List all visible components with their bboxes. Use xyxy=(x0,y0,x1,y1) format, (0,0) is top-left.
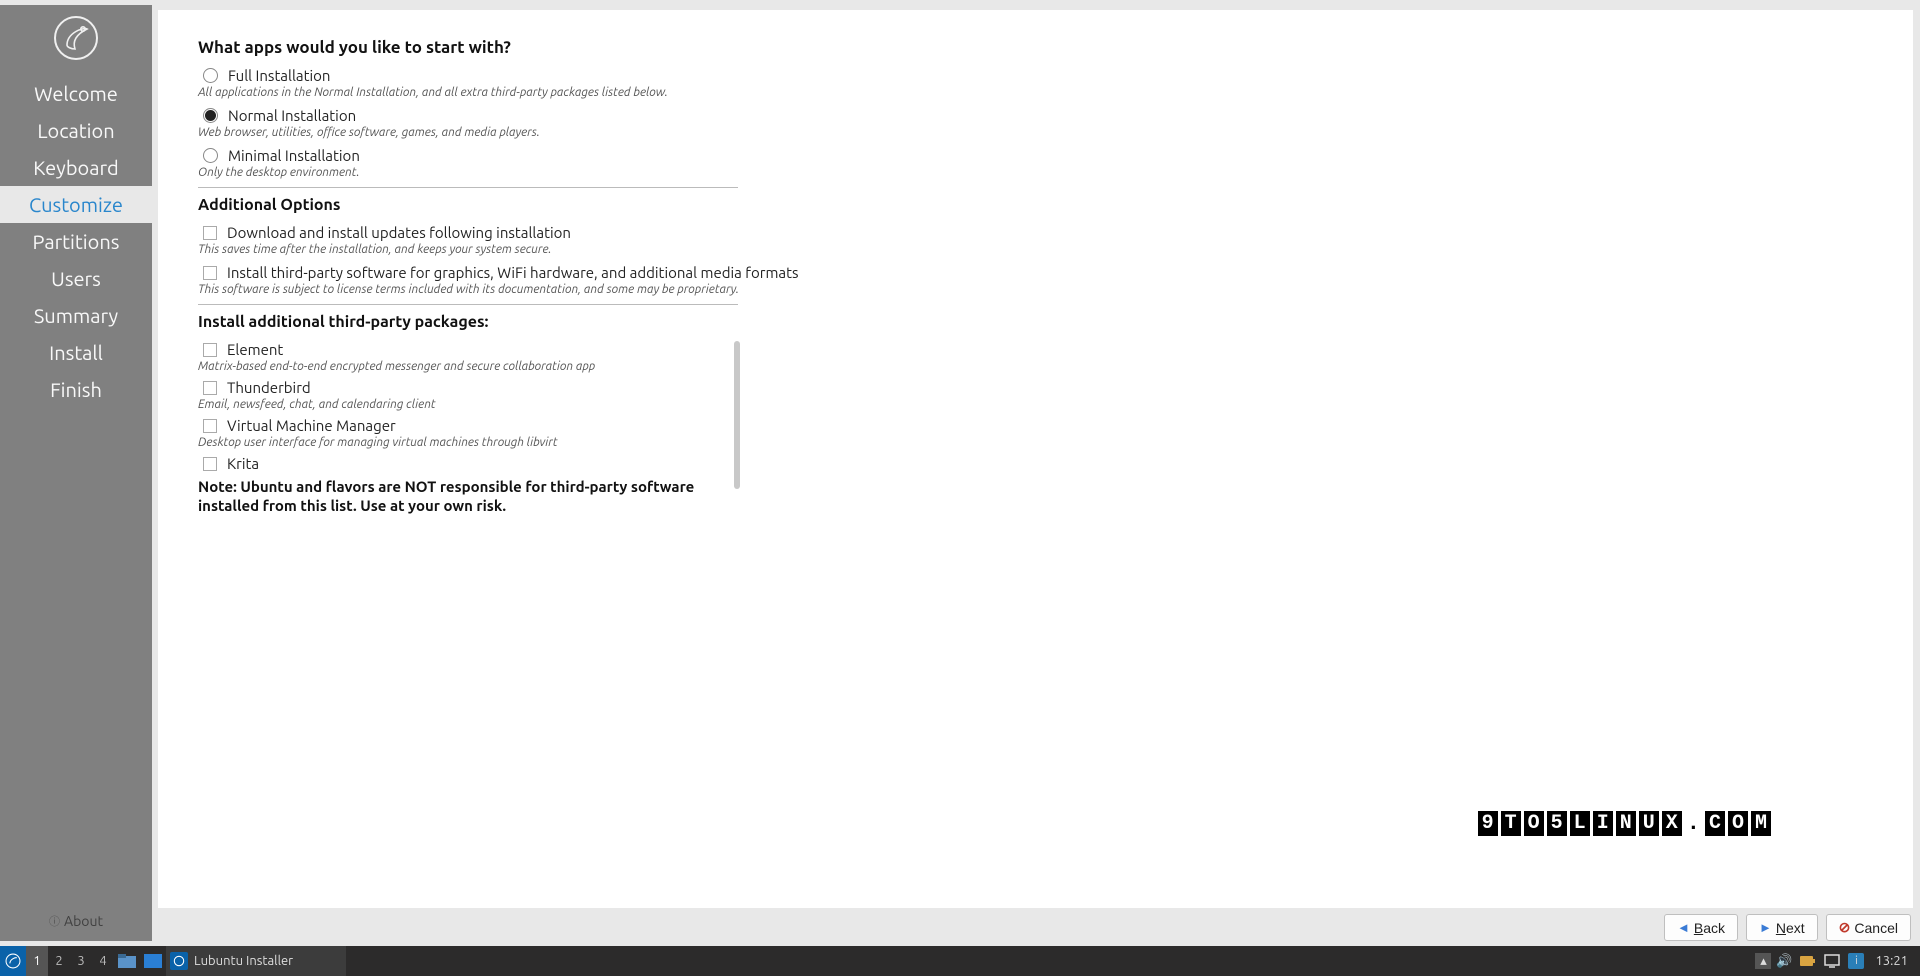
checkbox-icon xyxy=(203,457,217,471)
taskbar: 1 2 3 4 Lubuntu Installer ▴ 🔊 i 13:21 xyxy=(0,946,1920,976)
desc-updates: This saves time after the installation, … xyxy=(198,243,1873,256)
workspace-4[interactable]: 4 xyxy=(92,946,114,976)
button-row: ◄ Back ► Next ⊘ Cancel xyxy=(158,908,1915,941)
sidebar-step-partitions[interactable]: Partitions xyxy=(0,223,152,260)
checkbox-thunderbird[interactable]: Thunderbird xyxy=(203,379,738,396)
info-icon: ⓘ xyxy=(49,913,60,929)
app-icon xyxy=(170,952,188,970)
checkbox-third-party-drivers[interactable]: Install third-party software for graphic… xyxy=(203,264,1873,281)
sidebar-step-customize[interactable]: Customize xyxy=(0,186,152,223)
content-panel: What apps would you like to start with? … xyxy=(158,10,1913,908)
desc-normal: Web browser, utilities, office software,… xyxy=(198,126,1873,139)
clock[interactable]: 13:21 xyxy=(1869,954,1914,968)
volume-icon[interactable]: 🔊 xyxy=(1773,946,1795,976)
heading-apps: What apps would you like to start with? xyxy=(198,38,1873,57)
checkbox-label: Krita xyxy=(227,455,259,472)
sidebar-step-finish[interactable]: Finish xyxy=(0,371,152,408)
desc-minimal: Only the desktop environment. xyxy=(198,166,1873,179)
next-label: Next xyxy=(1776,920,1805,936)
heading-third-party: Install additional third-party packages: xyxy=(198,313,1873,331)
watermark-9to5linux: 9TO5LINUX.COM xyxy=(1478,811,1771,836)
about-label: About xyxy=(64,913,103,929)
sidebar-step-location[interactable]: Location xyxy=(0,112,152,149)
radio-label: Minimal Installation xyxy=(228,147,360,164)
checkbox-element[interactable]: Element xyxy=(203,341,738,358)
installer-inner: Welcome Location Keyboard Customize Part… xyxy=(0,5,1915,941)
workspace-3[interactable]: 3 xyxy=(70,946,92,976)
radio-label: Normal Installation xyxy=(228,107,356,124)
divider xyxy=(198,304,738,305)
cancel-icon: ⊘ xyxy=(1839,919,1851,936)
about-link[interactable]: ⓘ About xyxy=(0,913,152,929)
back-button[interactable]: ◄ Back xyxy=(1664,914,1738,941)
desc-thunderbird: Email, newsfeed, chat, and calendaring c… xyxy=(198,398,738,411)
taskbar-left: 1 2 3 4 Lubuntu Installer xyxy=(0,946,346,976)
divider xyxy=(198,187,738,188)
file-manager-launcher[interactable] xyxy=(114,946,140,976)
checkbox-download-updates[interactable]: Download and install updates following i… xyxy=(203,224,1873,241)
workspace-switcher[interactable]: 1 2 3 4 xyxy=(26,946,114,976)
installer-window: Welcome Location Keyboard Customize Part… xyxy=(0,0,1920,946)
arrow-right-icon: ► xyxy=(1759,920,1772,935)
start-menu-button[interactable] xyxy=(0,946,26,976)
sidebar-step-welcome[interactable]: Welcome xyxy=(0,75,152,112)
radio-icon xyxy=(203,68,218,83)
checkbox-icon xyxy=(203,343,217,357)
arrow-left-icon: ◄ xyxy=(1677,920,1690,935)
heading-additional: Additional Options xyxy=(198,196,1873,214)
sidebar-step-summary[interactable]: Summary xyxy=(0,297,152,334)
checkbox-krita[interactable]: Krita xyxy=(203,455,738,472)
taskbar-window-lubuntu-installer[interactable]: Lubuntu Installer xyxy=(166,946,346,976)
sidebar-step-keyboard[interactable]: Keyboard xyxy=(0,149,152,186)
sidebar-step-install[interactable]: Install xyxy=(0,334,152,371)
checkbox-virt-manager[interactable]: Virtual Machine Manager xyxy=(203,417,738,434)
back-label: Back xyxy=(1694,920,1725,936)
checkbox-icon xyxy=(203,226,217,240)
radio-icon xyxy=(203,108,218,123)
battery-icon[interactable] xyxy=(1797,946,1819,976)
sidebar-steps: Welcome Location Keyboard Customize Part… xyxy=(0,75,152,408)
lubuntu-logo-icon xyxy=(53,15,99,65)
cancel-button[interactable]: ⊘ Cancel xyxy=(1826,914,1911,941)
note-disclaimer: Note: Ubuntu and flavors are NOT respons… xyxy=(198,478,748,516)
radio-normal-installation[interactable]: Normal Installation xyxy=(203,107,1873,124)
workspace-1[interactable]: 1 xyxy=(26,946,48,976)
cancel-label: Cancel xyxy=(1854,920,1898,936)
package-list: Element Matrix-based end-to-end encrypte… xyxy=(198,341,738,472)
checkbox-icon xyxy=(203,266,217,280)
next-button[interactable]: ► Next xyxy=(1746,914,1818,941)
tray-expand-icon[interactable]: ▴ xyxy=(1755,953,1771,969)
sidebar: Welcome Location Keyboard Customize Part… xyxy=(0,5,152,941)
checkbox-label: Virtual Machine Manager xyxy=(227,417,396,434)
radio-label: Full Installation xyxy=(228,67,331,84)
checkbox-label: Install third-party software for graphic… xyxy=(227,264,799,281)
show-desktop-button[interactable] xyxy=(140,946,166,976)
checkbox-label: Element xyxy=(227,341,283,358)
content-area: What apps would you like to start with? … xyxy=(152,5,1915,941)
scrollbar[interactable] xyxy=(734,341,740,489)
taskbar-tray: ▴ 🔊 i 13:21 xyxy=(1755,946,1920,976)
updates-icon[interactable]: i xyxy=(1845,946,1867,976)
desc-drivers: This software is subject to license term… xyxy=(198,283,1873,296)
radio-minimal-installation[interactable]: Minimal Installation xyxy=(203,147,1873,164)
window-title: Lubuntu Installer xyxy=(194,954,293,968)
radio-icon xyxy=(203,148,218,163)
desc-virtmanager: Desktop user interface for managing virt… xyxy=(198,436,738,449)
workspace-2[interactable]: 2 xyxy=(48,946,70,976)
checkbox-label: Download and install updates following i… xyxy=(227,224,571,241)
desc-element: Matrix-based end-to-end encrypted messen… xyxy=(198,360,738,373)
display-icon[interactable] xyxy=(1821,946,1843,976)
checkbox-label: Thunderbird xyxy=(227,379,311,396)
desc-full: All applications in the Normal Installat… xyxy=(198,86,1873,99)
sidebar-step-users[interactable]: Users xyxy=(0,260,152,297)
checkbox-icon xyxy=(203,419,217,433)
checkbox-icon xyxy=(203,381,217,395)
radio-full-installation[interactable]: Full Installation xyxy=(203,67,1873,84)
